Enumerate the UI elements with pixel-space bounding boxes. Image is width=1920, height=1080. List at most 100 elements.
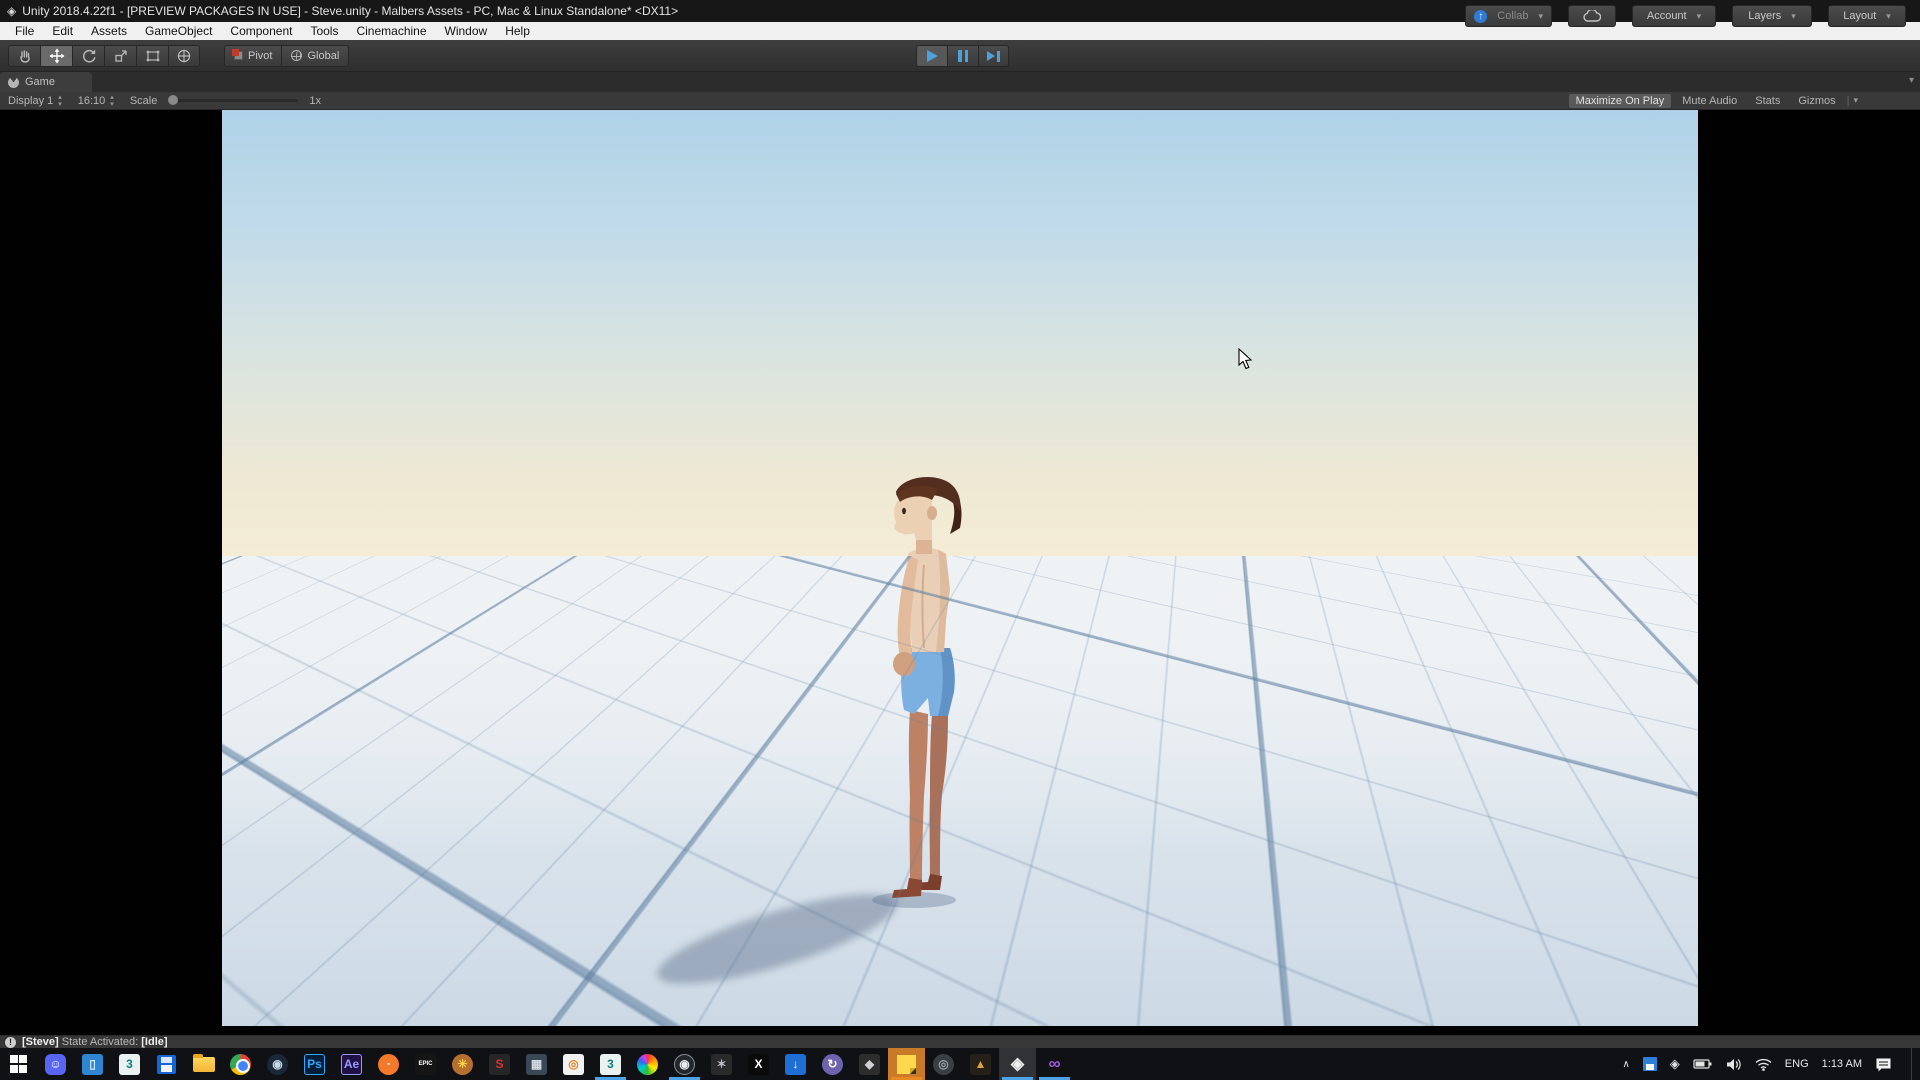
chevron-down-icon: ▾ [1538, 11, 1543, 22]
sticky-notes-icon-glyph [897, 1055, 916, 1074]
3ds-max-active-icon[interactable]: 3 [592, 1048, 629, 1080]
file-explorer-icon-glyph [193, 1057, 215, 1072]
aspect-dropdown[interactable]: 16:10 ▴▾ [70, 94, 122, 108]
character-steve [852, 470, 992, 915]
stats-toggle[interactable]: Stats [1748, 94, 1787, 108]
color-wheel-icon[interactable] [629, 1048, 666, 1080]
scale-groove[interactable] [168, 99, 298, 102]
panel-options-icon[interactable]: ▾ [1909, 75, 1914, 86]
orb-app-icon[interactable]: ◎ [925, 1048, 962, 1080]
obs-icon[interactable]: ◉ [666, 1048, 703, 1080]
shuriken-app-icon[interactable]: ✶ [703, 1048, 740, 1080]
scale-tool-button[interactable] [104, 45, 136, 67]
menu-item-file[interactable]: File [6, 22, 43, 40]
torrent-icon[interactable]: ↻ [814, 1048, 851, 1080]
display-dropdown[interactable]: Display 1 ▴▾ [0, 94, 70, 108]
downloader-icon[interactable]: ↓ [777, 1048, 814, 1080]
play-controls [916, 45, 1009, 67]
photoshop-icon[interactable]: Ps [296, 1048, 333, 1080]
step-button[interactable] [978, 45, 1009, 67]
account-dropdown[interactable]: Account ▾ [1632, 5, 1716, 27]
action-center-icon[interactable] [1875, 1057, 1892, 1072]
downloader-icon-glyph: ↓ [785, 1054, 806, 1075]
volume-icon[interactable] [1726, 1058, 1742, 1071]
unity-icon-glyph: ◈ [1007, 1054, 1028, 1075]
sticky-notes-icon[interactable] [888, 1048, 925, 1080]
3ds-max-icon[interactable]: 3 [111, 1048, 148, 1080]
move-tool-button[interactable] [40, 45, 72, 67]
menu-item-tools[interactable]: Tools [301, 22, 347, 40]
x-app-icon[interactable]: X [740, 1048, 777, 1080]
blender-icon[interactable]: ∙ [370, 1048, 407, 1080]
menu-item-gameobject[interactable]: GameObject [136, 22, 221, 40]
shuriken-app-icon-glyph: ✶ [711, 1054, 732, 1075]
hidden-icons-chevron[interactable]: ∧ [1622, 1059, 1629, 1070]
transform-tools-group [8, 45, 200, 67]
backup-drive-icon-glyph [157, 1055, 176, 1074]
play-button[interactable] [916, 45, 947, 67]
steam-icon[interactable]: ◉ [259, 1048, 296, 1080]
epic-games-icon[interactable]: EPIC [407, 1048, 444, 1080]
collab-dropdown[interactable]: ↑ Collab ▾ [1465, 5, 1552, 27]
your-phone-icon[interactable]: ▯ [74, 1048, 111, 1080]
file-explorer-icon[interactable] [185, 1048, 222, 1080]
pivot-toggle-button[interactable]: Pivot [224, 45, 281, 67]
scale-slider[interactable]: Scale 1x [122, 95, 329, 107]
chevron-down-icon: ▾ [1697, 11, 1702, 22]
scale-value: 1x [309, 95, 321, 107]
rect-tool-button[interactable] [136, 45, 168, 67]
backup-drive-icon[interactable] [148, 1048, 185, 1080]
tab-game[interactable]: Game [0, 72, 92, 92]
gold-app-icon[interactable]: ▲ [962, 1048, 999, 1080]
tray-backup-icon[interactable] [1643, 1057, 1657, 1071]
substance-icon[interactable]: S [481, 1048, 518, 1080]
wifi-icon[interactable] [1755, 1058, 1772, 1071]
your-phone-icon-glyph: ▯ [82, 1054, 103, 1075]
calculator-icon[interactable]: ▦ [518, 1048, 555, 1080]
visual-studio-icon[interactable]: ∞ [1036, 1048, 1073, 1080]
gog-icon[interactable]: ◆ [851, 1048, 888, 1080]
discord-icon[interactable]: ☺ [37, 1048, 74, 1080]
move-tool-icon [49, 48, 65, 64]
menu-item-assets[interactable]: Assets [82, 22, 136, 40]
show-desktop-button[interactable] [1911, 1048, 1916, 1080]
game-view-icon [8, 77, 19, 88]
status-bar[interactable]: ! [Steve] State Activated: [Idle] [0, 1035, 1920, 1048]
rotate-tool-button[interactable] [72, 45, 104, 67]
rect-tool-icon [145, 48, 161, 64]
pause-button[interactable] [947, 45, 978, 67]
menu-item-cinemachine[interactable]: Cinemachine [347, 22, 435, 40]
battery-icon[interactable] [1693, 1058, 1713, 1070]
hand-tool-icon [17, 48, 33, 64]
language-indicator[interactable]: ENG [1785, 1058, 1809, 1070]
mute-audio-toggle[interactable]: Mute Audio [1675, 94, 1744, 108]
layout-dropdown[interactable]: Layout ▾ [1828, 5, 1906, 27]
game-render-area[interactable] [222, 110, 1698, 1026]
after-effects-icon[interactable]: Ae [333, 1048, 370, 1080]
scale-knob[interactable] [168, 95, 178, 105]
blender-icon-glyph: ∙ [378, 1054, 399, 1075]
chrome-icon[interactable] [222, 1048, 259, 1080]
pivot-icon [234, 51, 243, 60]
play-icon [927, 50, 938, 62]
globe-icon [291, 50, 302, 61]
global-toggle-button[interactable]: Global [281, 45, 349, 67]
clock[interactable]: 1:13 AM [1822, 1058, 1862, 1070]
menu-item-edit[interactable]: Edit [43, 22, 82, 40]
menu-item-window[interactable]: Window [436, 22, 497, 40]
maximize-on-play-toggle[interactable]: Maximize On Play [1569, 94, 1672, 108]
menu-item-component[interactable]: Component [221, 22, 301, 40]
cloud-button[interactable] [1568, 5, 1616, 27]
menu-item-help[interactable]: Help [496, 22, 539, 40]
taskbar: ☺▯3◉PsAe∙EPIC✳S▦◎3◉✶X↓↻◆◎▲◈∞ ∧ ◈ ENG 1:1… [0, 1048, 1920, 1080]
paint-app-icon[interactable]: ✳ [444, 1048, 481, 1080]
chevron-down-icon: ▾ [1791, 11, 1796, 22]
unity-icon[interactable]: ◈ [999, 1048, 1036, 1080]
gizmos-dropdown[interactable]: Gizmos [1791, 94, 1842, 108]
search-doc-icon[interactable]: ◎ [555, 1048, 592, 1080]
tray-unity-icon[interactable]: ◈ [1670, 1056, 1680, 1072]
layers-dropdown[interactable]: Layers ▾ [1732, 5, 1812, 27]
hand-tool-button[interactable] [8, 45, 40, 67]
start-button[interactable] [0, 1048, 37, 1080]
transform-tool-button[interactable] [168, 45, 200, 67]
